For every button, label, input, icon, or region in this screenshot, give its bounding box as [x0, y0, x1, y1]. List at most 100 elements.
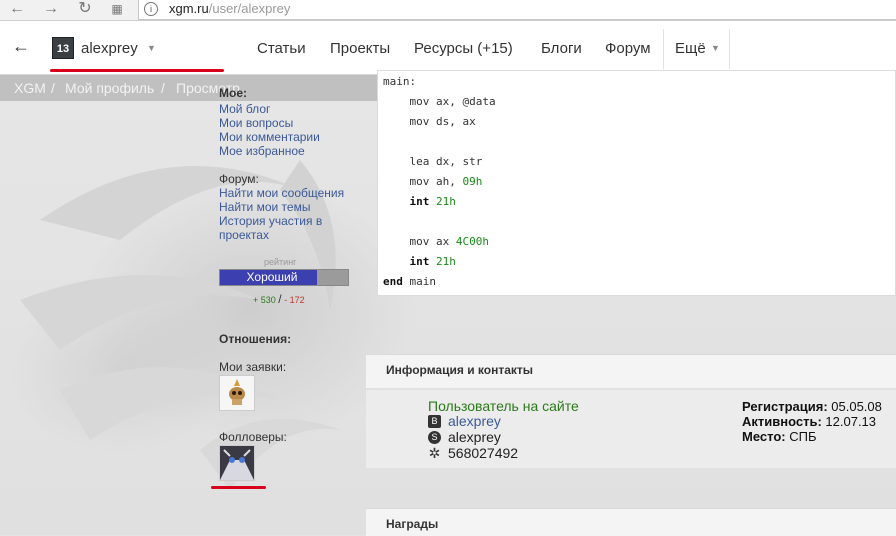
activity-value: 12.07.13 — [821, 414, 877, 429]
activity-label: Активность: — [742, 414, 822, 429]
url-path: /user/alexprey — [208, 1, 291, 16]
info-panel-body: Пользователь на сайте B alexprey S alexp… — [366, 390, 896, 468]
browser-back-icon[interactable]: ← — [6, 0, 28, 20]
code-line: lea dx, str — [383, 155, 482, 168]
icq-number: 568027492 — [448, 445, 519, 461]
username-menu[interactable]: alexprey — [81, 40, 138, 57]
followers-label: Фолловеры: — [219, 430, 287, 444]
menu-articles[interactable]: Статьи — [257, 40, 306, 57]
link-project-history[interactable]: История участия в — [219, 214, 359, 228]
rating-positive[interactable]: + 530 — [253, 295, 276, 305]
awards-panel-header: Награды — [366, 508, 896, 536]
code-keyword: int — [409, 255, 430, 268]
registration-row: Регистрация: 05.05.08 — [742, 399, 882, 414]
code-text: mov ds, ax — [383, 115, 476, 128]
site-header: ← 13 alexprey ▼ Статьи Проекты Ресурсы (… — [0, 21, 896, 75]
relations-title: Отношения: — [219, 332, 292, 346]
info-panel-header: Информация и контакты — [366, 354, 896, 388]
link-my-favorites[interactable]: Мое избранное — [219, 144, 359, 158]
menu-divider — [663, 29, 664, 69]
link-project-history-cont[interactable]: проектах — [219, 228, 359, 242]
code-line: mov ax, @data — [383, 95, 496, 108]
link-my-blog[interactable]: Мой блог — [219, 102, 359, 116]
forum-title: Форум: — [219, 172, 259, 186]
rating-text: Хороший — [246, 270, 298, 284]
follower-avatar[interactable] — [219, 445, 255, 481]
menu-forum[interactable]: Форум — [605, 40, 651, 57]
breadcrumb-separator: / — [51, 80, 55, 96]
rating-scores: + 530 / - 172 — [253, 292, 305, 306]
code-line: int 21h — [383, 195, 456, 208]
code-text: mov ax — [383, 235, 456, 248]
browser-forward-icon[interactable]: → — [40, 0, 62, 20]
place-row: Место: СПБ — [742, 429, 816, 444]
breadcrumb-xgm[interactable]: XGM — [14, 80, 46, 96]
breadcrumb-separator: / — [161, 80, 165, 96]
online-status: Пользователь на сайте — [428, 398, 579, 414]
menu-projects[interactable]: Проекты — [330, 40, 390, 57]
user-logo[interactable]: 13 — [52, 37, 74, 59]
page-info-icon[interactable]: i — [144, 2, 158, 16]
code-number: 21h — [436, 195, 456, 208]
breadcrumb-profile[interactable]: Мой профиль — [65, 80, 154, 96]
link-find-topics[interactable]: Найти мои темы — [219, 200, 359, 214]
request-avatar[interactable] — [219, 375, 255, 411]
code-text: main — [402, 275, 436, 288]
vk-link[interactable]: alexprey — [448, 413, 501, 429]
code-line: mov ah, 09h — [383, 175, 482, 188]
browser-toolbar: ← → ↻ ▦ i xgm.ru/user/alexprey — [0, 0, 896, 21]
menu-more[interactable]: Ещё — [675, 40, 706, 57]
skype-icon: S — [428, 431, 441, 444]
skype-name: alexprey — [448, 429, 501, 445]
rating-negative[interactable]: - 172 — [284, 295, 305, 305]
registration-value: 05.05.08 — [827, 399, 882, 414]
code-keyword: end — [383, 275, 403, 288]
link-find-posts[interactable]: Найти мои сообщения — [219, 186, 359, 200]
menu-blogs[interactable]: Блоги — [541, 40, 582, 57]
back-arrow-icon[interactable]: ← — [12, 36, 30, 57]
info-panel-title: Информация и контакты — [386, 363, 534, 377]
code-line: int 21h — [383, 255, 456, 268]
requests-label: Мои заявки: — [219, 360, 287, 374]
code-line: mov ax 4C00h — [383, 235, 489, 248]
menu-divider — [729, 29, 730, 69]
code-keyword: int — [409, 195, 430, 208]
code-number: 09h — [462, 175, 483, 188]
rating-label: рейтинг — [264, 257, 297, 267]
code-text: lea dx, str — [383, 155, 483, 168]
rating-bar: Хороший — [219, 269, 349, 286]
activity-row: Активность: 12.07.13 — [742, 414, 876, 429]
place-value: СПБ — [785, 429, 817, 444]
code-block: main: mov ax, @data mov ds, ax lea dx, s… — [377, 70, 896, 296]
code-line: main: — [383, 75, 416, 88]
red-annotation-underline — [211, 486, 266, 489]
apps-grid-icon[interactable]: ▦ — [106, 0, 128, 20]
code-number: 4C00h — [455, 235, 489, 248]
icq-flower-icon: ✲ — [428, 445, 441, 461]
chevron-down-icon[interactable]: ▼ — [147, 43, 156, 53]
code-line: end main — [383, 275, 436, 288]
link-my-comments[interactable]: Мои комментарии — [219, 130, 359, 144]
sidebar: Мое: Мой блог Мои вопросы Мои комментари… — [219, 86, 359, 242]
registration-label: Регистрация: — [742, 399, 828, 414]
address-bar[interactable]: i xgm.ru/user/alexprey — [138, 0, 896, 20]
code-line: mov ds, ax — [383, 115, 476, 128]
url-text[interactable]: xgm.ru/user/alexprey — [169, 1, 290, 16]
place-label: Место: — [742, 429, 786, 444]
menu-resources[interactable]: Ресурсы (+15) — [414, 40, 513, 57]
code-text: mov ax, @data — [383, 95, 496, 108]
more-chevron-icon[interactable]: ▼ — [711, 43, 720, 53]
browser-reload-icon[interactable]: ↻ — [74, 0, 96, 20]
vk-icon: B — [428, 415, 441, 428]
mine-title: Мое: — [219, 86, 247, 100]
link-my-questions[interactable]: Мои вопросы — [219, 116, 359, 130]
code-text: main: — [383, 75, 417, 88]
awards-title: Награды — [386, 517, 439, 531]
code-number: 21h — [436, 255, 456, 268]
red-annotation-underline — [50, 69, 224, 72]
rating-separator: / — [278, 292, 282, 306]
